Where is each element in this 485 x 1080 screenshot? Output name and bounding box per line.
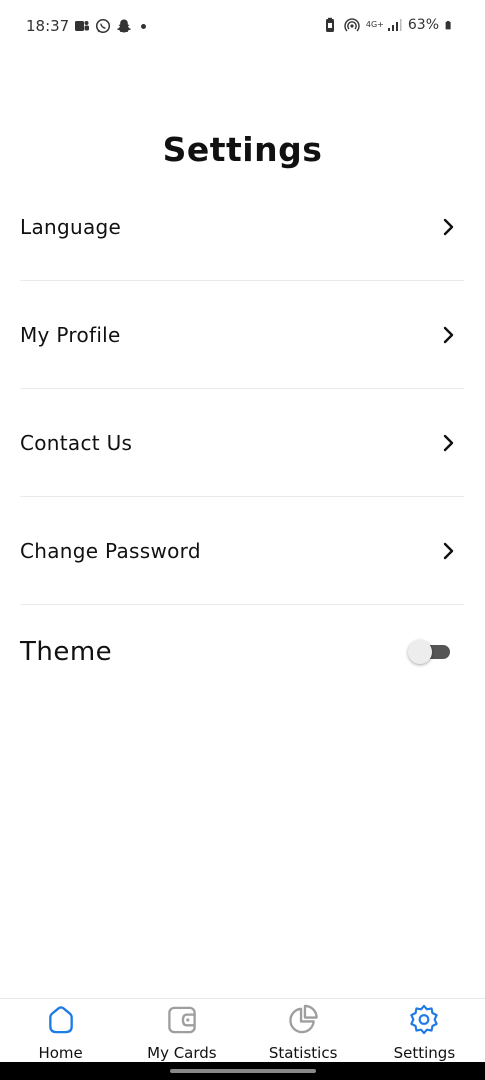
chevron-right-icon (443, 326, 454, 343)
settings-item-theme: Theme (20, 605, 464, 699)
hotspot-icon (344, 18, 360, 32)
battery-percent: 63% (407, 17, 439, 33)
status-bar-right: 4G+ 63% (322, 17, 455, 33)
gesture-bar (0, 1062, 485, 1080)
home-gesture-handle[interactable] (170, 1069, 316, 1073)
page-title: Settings (162, 130, 323, 169)
signal-icon (387, 19, 402, 31)
settings-item-contact-us[interactable]: Contact Us (20, 389, 464, 497)
wallet-icon (168, 1006, 196, 1034)
settings-item-my-profile[interactable]: My Profile (20, 281, 464, 389)
nav-item-home[interactable]: Home (0, 999, 121, 1062)
pie-chart-icon (289, 1004, 318, 1034)
theme-toggle[interactable] (408, 640, 452, 664)
nav-item-my-cards[interactable]: My Cards (121, 999, 242, 1062)
network-type: 4G+ (365, 20, 384, 29)
nav-label: Home (38, 1044, 83, 1062)
bottom-nav: Home My Cards Statistics Settings (0, 998, 485, 1062)
whatsapp-icon (96, 18, 111, 34)
home-icon (48, 1006, 73, 1034)
status-bar-left: 18:37 (26, 17, 147, 35)
nav-label: My Cards (147, 1044, 217, 1062)
gear-icon (410, 1004, 439, 1035)
theme-label: Theme (20, 637, 113, 667)
nav-item-statistics[interactable]: Statistics (243, 999, 364, 1062)
teams-icon (75, 21, 90, 31)
battery-saver-icon (325, 17, 334, 32)
settings-item-label: Language (20, 214, 122, 239)
chevron-right-icon (443, 218, 454, 235)
settings-item-label: Change Password (20, 538, 201, 563)
nav-label: Statistics (268, 1044, 338, 1062)
settings-item-label: My Profile (20, 322, 121, 347)
nav-item-settings[interactable]: Settings (364, 999, 485, 1062)
notification-dot (141, 23, 147, 29)
battery-icon (445, 20, 451, 30)
chevron-right-icon (443, 434, 454, 451)
status-bar: 18:37 4G+ 63% (0, 0, 485, 56)
nav-label: Settings (393, 1044, 456, 1062)
theme-toggle-thumb (408, 640, 432, 664)
settings-item-change-password[interactable]: Change Password (20, 497, 464, 605)
settings-item-label: Contact Us (20, 430, 133, 455)
status-time: 18:37 (26, 17, 70, 35)
settings-item-language[interactable]: Language (20, 173, 464, 281)
chevron-right-icon (443, 542, 454, 559)
snapchat-icon (117, 19, 132, 33)
settings-list: Language My Profile Contact Us Change Pa… (20, 173, 464, 699)
